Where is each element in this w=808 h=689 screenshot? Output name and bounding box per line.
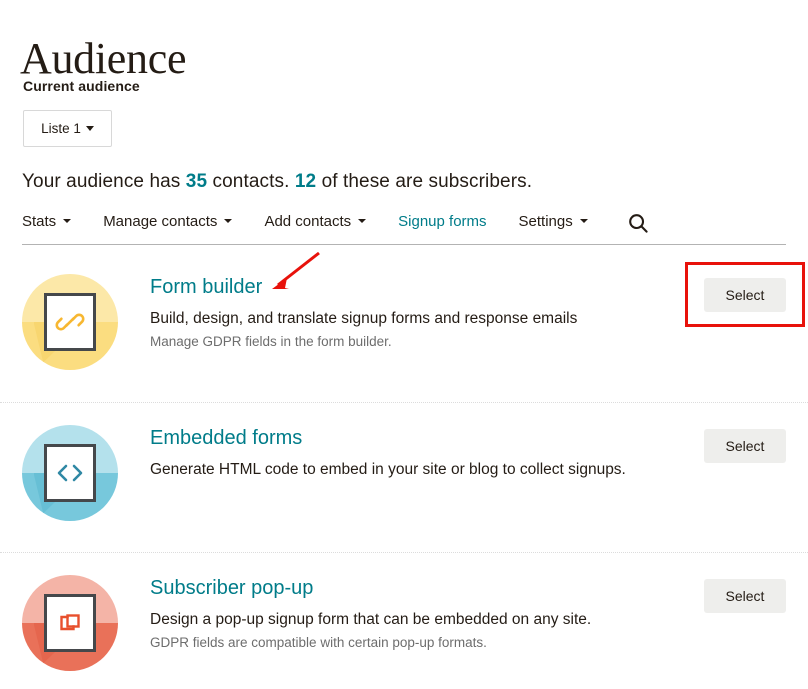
- code-brackets-icon: [57, 464, 83, 482]
- current-audience-label: Current audience: [23, 78, 140, 94]
- signup-form-options-list: Form builder Build, design, and translat…: [0, 252, 808, 689]
- audience-page: Audience Current audience Liste 1 Your a…: [0, 0, 808, 689]
- icon-card: [44, 444, 96, 502]
- tab-settings[interactable]: Settings: [519, 212, 588, 230]
- icon-card: [44, 293, 96, 351]
- embedded-forms-icon-wrap: [22, 425, 118, 521]
- list-item-form-builder: Form builder Build, design, and translat…: [0, 252, 808, 402]
- list-item-subscriber-popup: Subscriber pop-up Design a pop-up signup…: [0, 552, 808, 689]
- chevron-down-icon: [579, 219, 588, 223]
- tab-stats-label: Stats: [22, 213, 57, 230]
- subscriber-popup-subtext: GDPR fields are compatible with certain …: [150, 635, 487, 651]
- tab-stats[interactable]: Stats: [22, 212, 72, 230]
- chevron-down-icon: [63, 219, 72, 223]
- embedded-forms-title-link[interactable]: Embedded forms: [150, 426, 302, 450]
- chevron-down-icon: [358, 219, 367, 223]
- tab-manage-contacts-label: Manage contacts: [103, 213, 218, 230]
- overlapping-squares-icon: [60, 614, 80, 631]
- form-builder-action: Select: [685, 262, 805, 327]
- form-builder-icon-wrap: [22, 274, 118, 370]
- audience-selector-label: Liste 1: [41, 121, 81, 136]
- subscribers-count: 12: [294, 171, 317, 192]
- form-builder-subtext: Manage GDPR fields in the form builder.: [150, 334, 392, 350]
- subscriber-popup-action: Select: [704, 579, 786, 613]
- form-builder-title-link[interactable]: Form builder: [150, 275, 262, 299]
- select-button-form-builder[interactable]: Select: [704, 278, 786, 312]
- audience-tab-nav: Stats Manage contacts Add contacts Signu…: [22, 212, 786, 245]
- search-icon: [628, 214, 648, 233]
- subscriber-popup-body: Subscriber pop-up Design a pop-up signup…: [150, 576, 704, 653]
- tab-add-contacts[interactable]: Add contacts: [264, 212, 367, 230]
- chevron-down-icon: [85, 125, 94, 131]
- form-builder-description: Build, design, and translate signup form…: [150, 310, 578, 327]
- tab-settings-label: Settings: [518, 213, 573, 230]
- icon-card: [44, 594, 96, 652]
- select-button-subscriber-popup[interactable]: Select: [704, 579, 786, 613]
- list-item-embedded-forms: Embedded forms Generate HTML code to emb…: [0, 402, 808, 552]
- subscriber-popup-description: Design a pop-up signup form that can be …: [150, 611, 592, 628]
- search-button[interactable]: [628, 212, 649, 234]
- tab-add-contacts-label: Add contacts: [264, 213, 352, 230]
- embedded-forms-description: Generate HTML code to embed in your site…: [150, 461, 626, 478]
- embedded-forms-body: Embedded forms Generate HTML code to emb…: [150, 426, 704, 481]
- link-icon: [55, 313, 85, 331]
- subscriber-popup-title-link[interactable]: Subscriber pop-up: [150, 576, 313, 600]
- embedded-forms-action: Select: [704, 429, 786, 463]
- tab-signup-forms-label: Signup forms: [398, 213, 487, 230]
- contacts-count: 35: [185, 171, 208, 192]
- summary-middle: contacts.: [207, 171, 295, 192]
- tab-signup-forms[interactable]: Signup forms: [398, 212, 486, 230]
- form-builder-body: Form builder Build, design, and translat…: [150, 275, 704, 352]
- tab-manage-contacts[interactable]: Manage contacts: [103, 212, 233, 230]
- audience-selector-dropdown[interactable]: Liste 1: [23, 110, 112, 147]
- select-button-embedded-forms[interactable]: Select: [704, 429, 786, 463]
- summary-suffix: of these are subscribers.: [316, 171, 533, 192]
- audience-summary: Your audience has 35 contacts. 12 of the…: [22, 171, 532, 193]
- subscriber-popup-icon-wrap: [22, 575, 118, 671]
- summary-prefix: Your audience has: [22, 171, 186, 192]
- chevron-down-icon: [224, 219, 233, 223]
